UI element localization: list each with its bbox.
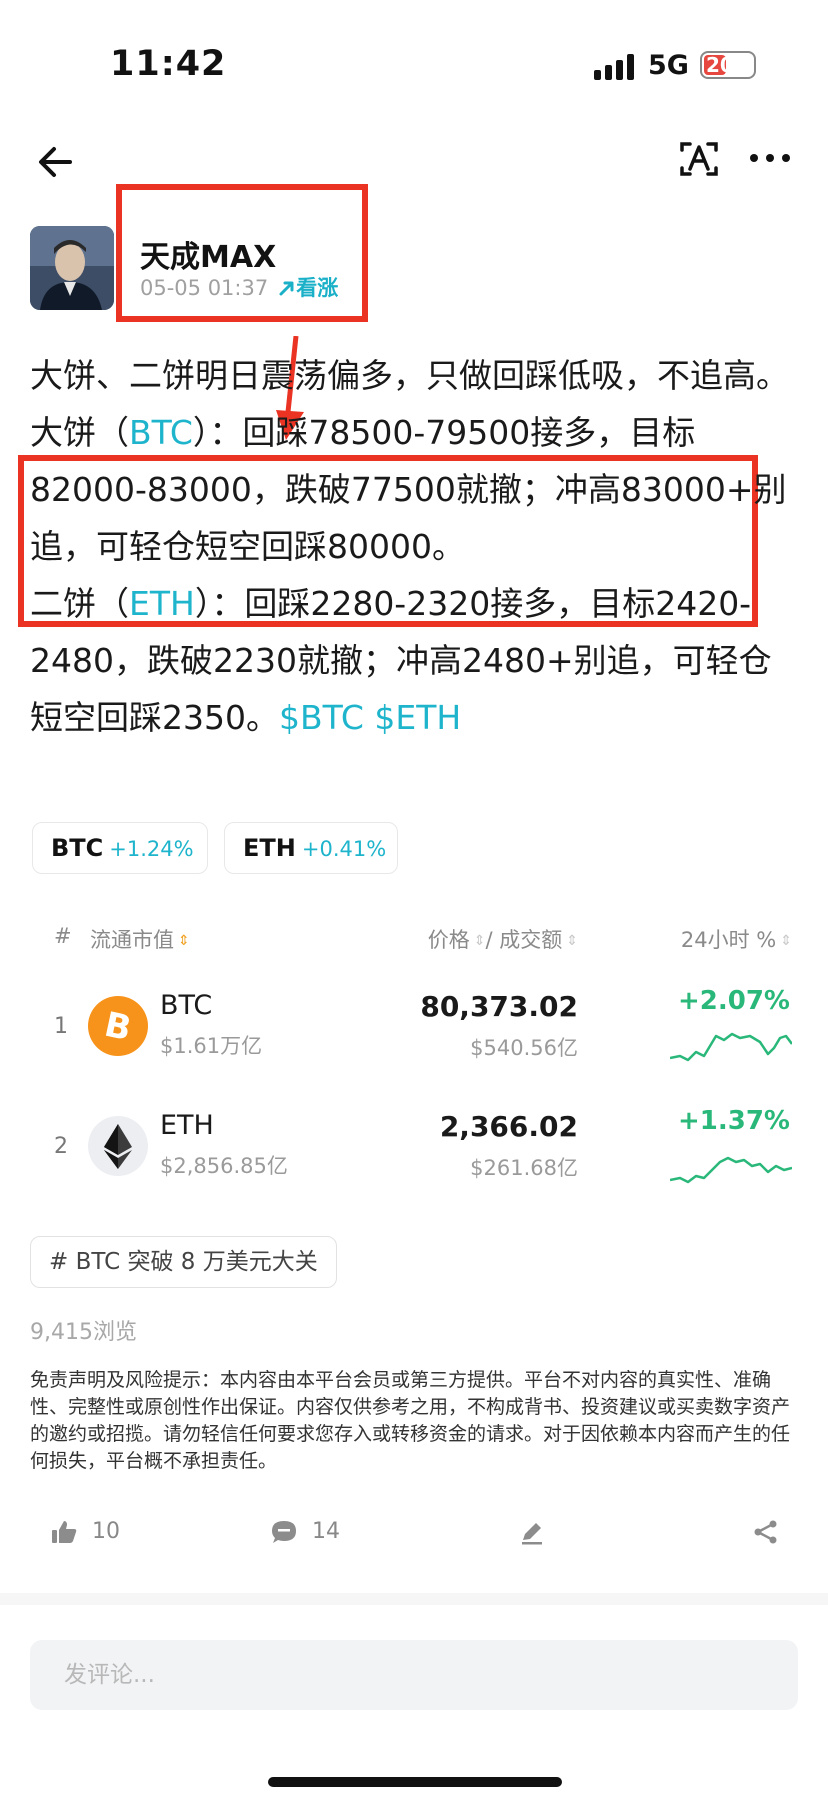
- coin-symbol: BTC: [160, 990, 213, 1021]
- divider: [0, 1593, 828, 1605]
- header-market-cap[interactable]: 流通市值 ⇕: [90, 924, 190, 954]
- sort-icon: ⇕: [178, 933, 190, 949]
- coin-change: +2.07%: [678, 986, 790, 1016]
- like-button[interactable]: 10: [50, 1514, 140, 1550]
- coin-volume: $261.68亿: [470, 1156, 578, 1180]
- coin-market-cap: $2,856.85亿: [160, 1154, 288, 1178]
- home-indicator[interactable]: [268, 1777, 562, 1787]
- coin-row-eth[interactable]: 2 ETH $2,856.85亿 2,366.02 $261.68亿 +1.37…: [30, 1096, 800, 1206]
- post-btc-paragraph: 大饼（BTC）：回踩78500-79500接多，目标82000-83000，跌破…: [30, 413, 787, 566]
- more-options-icon[interactable]: [750, 154, 794, 166]
- status-time: 11:42: [110, 44, 227, 84]
- action-bar: 10 14: [0, 1508, 828, 1558]
- ticker-link-btc[interactable]: BTC: [129, 413, 193, 452]
- sort-icon: ⇕: [566, 933, 578, 949]
- header-change[interactable]: 24小时 % ⇕: [681, 924, 792, 954]
- coin-chip-eth[interactable]: ETH +0.41%: [224, 822, 398, 874]
- post-eth-paragraph: 二饼（ETH）：回踩2280-2320接多，目标2420-2480，跌破2230…: [30, 584, 772, 737]
- avatar[interactable]: [30, 226, 114, 310]
- header-rank: #: [54, 924, 72, 948]
- status-bar: 11:42 5G 20: [0, 0, 828, 130]
- coin-symbol: ETH: [160, 1110, 214, 1141]
- battery-level: 20: [706, 53, 734, 77]
- comment-icon: [272, 1521, 296, 1543]
- comment-input[interactable]: 发评论...: [30, 1640, 798, 1710]
- topic-label: BTC 突破 8 万美元大关: [75, 1249, 318, 1275]
- post-content: 大饼、二饼明日震荡偏多，只做回踩低吸，不追高。 大饼（BTC）：回踩78500-…: [30, 347, 790, 746]
- share-icon: [754, 1520, 777, 1544]
- market-table-header: # 流通市值 ⇕ 价格 ⇕/ 成交额 ⇕ 24小时 % ⇕: [30, 924, 800, 960]
- cashtag-eth[interactable]: $ETH: [374, 698, 461, 737]
- share-button[interactable]: [752, 1514, 784, 1550]
- sparkline-btc: [670, 1032, 792, 1062]
- signal-icon: [594, 54, 636, 80]
- coin-change: +1.37%: [678, 1106, 790, 1136]
- bitcoin-logo-icon: B: [88, 996, 148, 1056]
- like-count: 10: [92, 1519, 120, 1544]
- hashtag-icon: #: [49, 1249, 69, 1275]
- ethereum-logo-icon: [88, 1116, 148, 1176]
- post-intro: 大饼、二饼明日震荡偏多，只做回踩低吸，不追高。: [30, 356, 789, 395]
- translate-icon[interactable]: [676, 136, 722, 182]
- edit-button[interactable]: [518, 1514, 550, 1550]
- sort-icon: ⇕: [473, 933, 486, 949]
- coin-chip-btc[interactable]: BTC +1.24%: [32, 822, 208, 874]
- sort-icon: ⇕: [780, 933, 792, 949]
- topic-tag[interactable]: # BTC 突破 8 万美元大关: [30, 1236, 337, 1288]
- coin-price: 80,373.02: [420, 990, 578, 1023]
- comment-bar: 发评论...: [0, 1605, 828, 1801]
- coin-rank: 2: [54, 1134, 68, 1159]
- annotation-box-author: [116, 184, 368, 322]
- coin-market-cap: $1.61万亿: [160, 1034, 263, 1058]
- disclaimer: 免责声明及风险提示：本内容由本平台会员或第三方提供。平台不对内容的真实性、准确性…: [30, 1369, 791, 1472]
- pen-icon: [522, 1523, 542, 1545]
- battery-icon: 20: [700, 51, 756, 79]
- ticker-link-eth[interactable]: ETH: [129, 584, 195, 623]
- header-price-volume[interactable]: 价格 ⇕/ 成交额 ⇕: [428, 924, 578, 954]
- thumbs-up-icon: [52, 1521, 77, 1543]
- comment-button[interactable]: 14: [270, 1514, 360, 1550]
- sparkline-eth: [670, 1156, 792, 1184]
- coin-rank: 1: [54, 1014, 68, 1039]
- comment-count: 14: [312, 1519, 340, 1544]
- coin-price: 2,366.02: [439, 1110, 578, 1143]
- network-type: 5G: [648, 50, 689, 81]
- coin-volume: $540.56亿: [470, 1036, 578, 1060]
- view-count: 9,415浏览: [30, 1320, 137, 1345]
- cashtag-btc[interactable]: $BTC: [279, 698, 364, 737]
- back-arrow-icon[interactable]: [34, 140, 78, 184]
- coin-row-btc[interactable]: 1 B BTC $1.61万亿 80,373.02 $540.56亿 +2.07…: [30, 976, 800, 1086]
